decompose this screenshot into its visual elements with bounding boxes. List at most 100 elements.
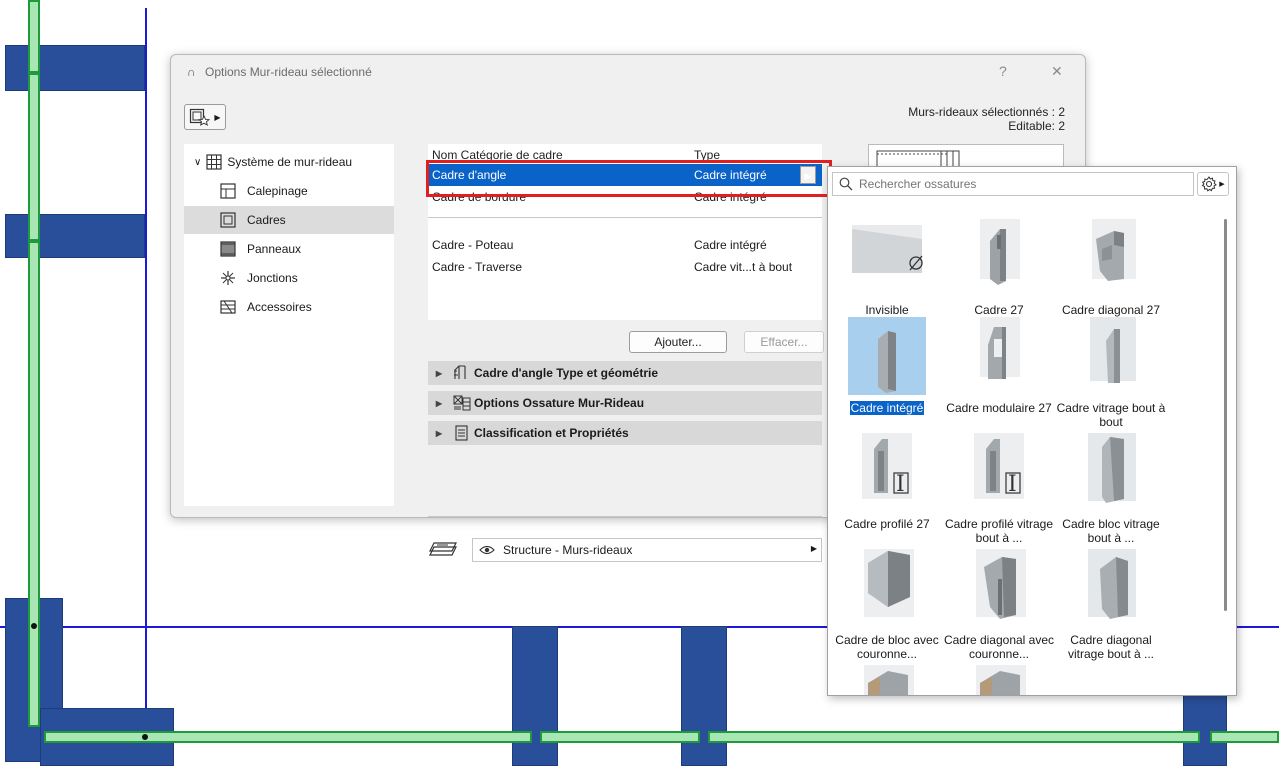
table-divider bbox=[428, 217, 822, 218]
wall-segment bbox=[512, 626, 558, 766]
option-label: Cadre 27 bbox=[974, 303, 1024, 317]
option-label: Cadre diagonal vitrage bout à ... bbox=[1067, 633, 1155, 661]
section-frame-geometry[interactable]: ▶ Cadre d'angle Type et géométrie bbox=[428, 361, 822, 385]
hotspot-node[interactable] bbox=[31, 623, 37, 629]
frame-option-cadre-profile-vitrage[interactable]: I Cadre profilé vitrage bout à ... bbox=[943, 433, 1055, 551]
frame-option-cadre-diagonal-couronne[interactable]: Cadre diagonal avec couronne... bbox=[943, 549, 1055, 667]
frame-option-cadre-vitrage-bout-a-bout[interactable]: Cadre vitrage bout à bout bbox=[1055, 317, 1167, 435]
frame-27-thumbnail bbox=[980, 219, 1020, 285]
dialog-title-text: Options Mur-rideau sélectionné bbox=[205, 65, 372, 79]
expand-arrow-icon: ▶ bbox=[435, 368, 443, 378]
option-label: Cadre diagonal 27 bbox=[1061, 303, 1161, 317]
selection-count: Murs-rideaux sélectionnés : 2 bbox=[908, 105, 1065, 119]
option-label: Cadre vitrage bout à bout bbox=[1056, 401, 1166, 429]
wall-segment bbox=[681, 626, 727, 766]
modular-frame-thumbnail bbox=[980, 317, 1020, 379]
frame-option-cadre-diagonal-vitrage[interactable]: Cadre diagonal vitrage bout à ... bbox=[1055, 549, 1167, 667]
section-classification[interactable]: ▶ Classification et Propriétés bbox=[428, 421, 822, 445]
curtain-wall-frame bbox=[708, 731, 1200, 743]
row-name: Cadre - Traverse bbox=[432, 260, 523, 274]
tree-item-cadres[interactable]: Cadres bbox=[184, 206, 394, 234]
wall-segment bbox=[5, 214, 145, 258]
search-box[interactable] bbox=[832, 172, 1194, 196]
section-framing-options[interactable]: ▶ Options Ossature Mur-Rideau bbox=[428, 391, 822, 415]
curtain-wall-frame bbox=[28, 73, 40, 241]
frame-option-cadre-integre[interactable]: Cadre intégré bbox=[831, 317, 943, 435]
hotspot-node[interactable] bbox=[142, 734, 148, 740]
block-crown-frame-thumbnail bbox=[864, 549, 914, 617]
diagonal-crown-frame-thumbnail bbox=[976, 549, 1026, 619]
junction-icon bbox=[221, 271, 235, 285]
scrollbar[interactable] bbox=[1224, 219, 1227, 611]
search-input[interactable] bbox=[857, 176, 1181, 192]
diagonal-glazed-frame-thumbnail bbox=[1088, 549, 1136, 619]
add-button[interactable]: Ajouter... bbox=[629, 331, 727, 353]
dropdown-arrow-icon: ▶ bbox=[810, 544, 817, 553]
search-icon bbox=[839, 177, 853, 191]
wood-frame-thumbnail bbox=[864, 665, 914, 695]
invisible-frame-thumbnail bbox=[852, 225, 923, 273]
tree-item-jonctions[interactable]: Jonctions bbox=[184, 264, 394, 292]
tree-item-accessoires[interactable]: Accessoires bbox=[184, 293, 394, 321]
frame-option-cadre-bloc-vitrage[interactable]: Cadre bloc vitrage bout à ... bbox=[1055, 433, 1167, 551]
tree-item-label: Calepinage bbox=[247, 184, 308, 198]
tree-root-label: Système de mur-rideau bbox=[227, 155, 353, 169]
editable-count: Editable: 2 bbox=[1008, 119, 1065, 133]
table-row[interactable]: Cadre - Traverse Cadre vit...t à bout bbox=[428, 256, 822, 278]
profiled-glazed-frame-thumbnail: I bbox=[974, 433, 1024, 499]
eye-icon bbox=[479, 545, 495, 555]
block-glazed-frame-thumbnail bbox=[1088, 433, 1136, 503]
frame-option-cadre-bloc-couronne[interactable]: Cadre de bloc avec couronne... bbox=[831, 549, 943, 667]
expand-arrow-icon: ▶ bbox=[435, 398, 443, 408]
section-label: Cadre d'angle Type et géométrie bbox=[474, 366, 659, 380]
tree-item-calepinage[interactable]: Calepinage bbox=[184, 177, 394, 205]
frame-preview bbox=[868, 144, 1064, 170]
layer-divider bbox=[428, 516, 822, 517]
diagonal-frame-thumbnail bbox=[1092, 219, 1136, 281]
gear-icon bbox=[1201, 176, 1218, 192]
dialog-title: ∩ Options Mur-rideau sélectionné bbox=[187, 65, 372, 79]
tree-item-panneaux[interactable]: Panneaux bbox=[184, 235, 394, 263]
profiled-frame-thumbnail: I bbox=[862, 433, 912, 499]
frames-settings-panel: Nom Catégorie de cadre Type Cadre d'angl… bbox=[410, 144, 824, 562]
frame-option-cadre-profile-27[interactable]: I Cadre profilé 27 bbox=[831, 433, 943, 551]
layer-select[interactable]: Structure - Murs-rideaux ▶ bbox=[472, 538, 822, 562]
close-button[interactable]: ✕ bbox=[1051, 63, 1063, 80]
curtain-wall-frame bbox=[44, 731, 532, 743]
help-button[interactable]: ? bbox=[999, 63, 1007, 79]
chevron-down-icon[interactable]: ∨ bbox=[194, 157, 201, 168]
favorites-button[interactable]: ▶ bbox=[184, 104, 226, 130]
delete-button[interactable]: Effacer... bbox=[744, 331, 824, 353]
tree-item-label: Accessoires bbox=[247, 300, 312, 314]
frame-type-picker: ▶ Invisible Cadre 27 Cadre diagonal 27 bbox=[827, 166, 1237, 696]
curtain-wall-frame bbox=[1210, 731, 1279, 743]
integrated-frame-thumbnail bbox=[848, 317, 926, 395]
section-label: Classification et Propriétés bbox=[474, 426, 629, 440]
layer-row: Structure - Murs-rideaux ▶ bbox=[428, 536, 822, 564]
wood-frame-thumbnail bbox=[976, 665, 1026, 695]
tree-item-label: Jonctions bbox=[247, 271, 298, 285]
curtain-wall-frame bbox=[28, 0, 40, 73]
frame-geometry-icon bbox=[454, 365, 466, 379]
option-label: Cadre intégré bbox=[849, 401, 925, 415]
frame-option-partial[interactable] bbox=[943, 665, 1055, 695]
settings-button[interactable]: ▶ bbox=[1197, 172, 1229, 196]
wall-segment bbox=[5, 45, 145, 91]
butt-glazed-frame-thumbnail bbox=[1090, 317, 1136, 383]
option-label: Invisible bbox=[865, 303, 909, 317]
option-label: Cadre diagonal avec couronne... bbox=[943, 633, 1055, 661]
frame-option-partial[interactable] bbox=[831, 665, 943, 695]
frame-option-cadre-modulaire-27[interactable]: Cadre modulaire 27 bbox=[943, 317, 1055, 435]
wall-segment bbox=[1183, 694, 1227, 766]
dropdown-arrow-icon: ▶ bbox=[214, 112, 221, 122]
curtain-wall-system-icon bbox=[206, 154, 222, 170]
dropdown-arrow-icon: ▶ bbox=[1219, 181, 1225, 188]
favorites-icon bbox=[190, 108, 211, 126]
tree-root-curtain-wall-system[interactable]: ∨ Système de mur-rideau bbox=[194, 152, 352, 172]
settings-tree: ∨ Système de mur-rideau Calepinage Cadre… bbox=[184, 144, 394, 506]
option-label: Cadre bloc vitrage bout à ... bbox=[1062, 517, 1160, 545]
table-row[interactable]: Cadre - Poteau Cadre intégré bbox=[428, 234, 822, 256]
row-type: Cadre vit...t à bout bbox=[694, 260, 793, 274]
grid-layout-icon bbox=[220, 183, 236, 199]
option-label: Cadre modulaire 27 bbox=[946, 401, 1052, 415]
